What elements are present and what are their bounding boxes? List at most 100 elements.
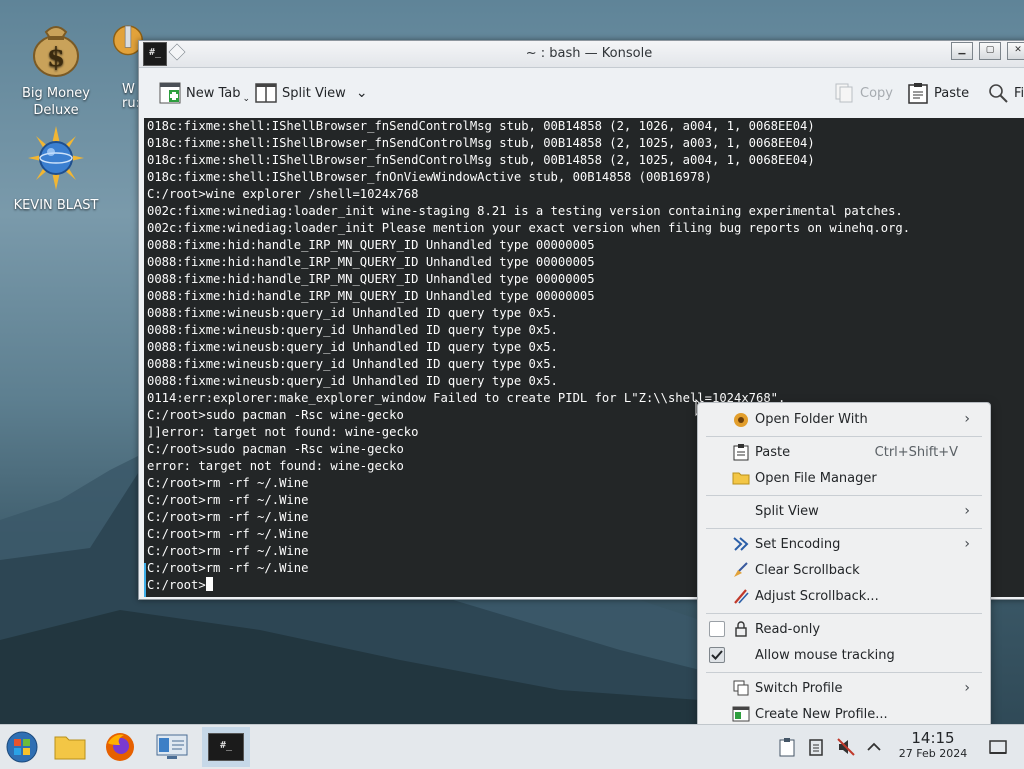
menu-separator (706, 613, 982, 614)
chevron-right-icon: › (964, 536, 970, 552)
copy-label: Copy (860, 85, 893, 101)
terminal-line: 0088:fixme:wineusb:query_id Unhandled ID… (147, 340, 558, 354)
menu-item-split-view[interactable]: Split View › (706, 498, 982, 524)
menu-separator (706, 528, 982, 529)
allow-mouse-tracking-checkbox[interactable] (709, 647, 725, 663)
desktop-icon-kevin-blast[interactable]: KEVIN BLAST (6, 126, 106, 214)
desktop-icon-label: Deluxe (33, 103, 79, 118)
clock-date: 27 Feb 2024 (898, 747, 968, 760)
terminal-line: 018c:fixme:shell:IShellBrowser_fnSendCon… (147, 153, 815, 167)
taskbar-konsole[interactable]: #_ (202, 727, 250, 767)
terminal-line: 0088:fixme:wineusb:query_id Unhandled ID… (147, 306, 558, 320)
menu-item-label: Paste (755, 444, 791, 460)
menu-separator (706, 672, 982, 673)
menu-item-label: Switch Profile (755, 680, 843, 696)
terminal-prompt: C:/root> (147, 578, 206, 592)
terminal-line: C:/root>wine explorer /shell=1024x768 (147, 187, 419, 201)
split-view-label: Split View (282, 85, 346, 101)
konsole-toolbar: New Tab ⌄ Split View ⌄ Copy Paste Fi (139, 68, 1024, 118)
menu-separator (706, 436, 982, 437)
taskbar: #_ 14:15 27 Feb 2024 (0, 724, 1024, 769)
adjust-scrollback-icon (734, 589, 749, 604)
menu-item-switch-profile[interactable]: Switch Profile › (706, 675, 982, 701)
terminal-line: 0088:fixme:hid:handle_IRP_MN_QUERY_ID Un… (147, 238, 595, 252)
system-settings-icon (156, 734, 188, 759)
desktop-icon-label: Big Money (21, 86, 90, 101)
switch-profile-icon (733, 680, 749, 696)
terminal-line: 0088:fixme:hid:handle_IRP_MN_QUERY_ID Un… (147, 255, 595, 269)
terminal-icon: #_ (208, 733, 244, 761)
taskbar-firefox[interactable] (98, 727, 142, 767)
checkmark-icon (711, 650, 723, 660)
search-icon (987, 82, 1009, 104)
menu-item-open-folder-with[interactable]: Open Folder With › (706, 406, 982, 432)
menu-item-label: Adjust Scrollback... (755, 588, 879, 604)
context-menu: Open Folder With › Paste Ctrl+Shift+V Op… (697, 402, 991, 730)
menu-item-label: Clear Scrollback (755, 562, 860, 578)
desktop-icon-label: KEVIN BLAST (13, 198, 99, 213)
svg-text:$: $ (47, 43, 65, 73)
text-cursor (205, 577, 213, 591)
show-desktop-icon[interactable] (988, 737, 1008, 757)
menu-item-allow-mouse-tracking[interactable]: Allow mouse tracking (706, 642, 982, 668)
find-button[interactable]: Fi (987, 80, 1024, 106)
folder-icon (732, 472, 750, 485)
terminal-line: 002c:fixme:winediag:loader_init wine-sta… (147, 204, 903, 218)
chevron-right-icon: › (964, 680, 970, 696)
paste-button[interactable]: Paste (907, 80, 969, 106)
chevron-right-icon: › (964, 411, 970, 427)
menu-item-label: Open File Manager (755, 470, 877, 486)
menu-item-open-file-manager[interactable]: Open File Manager (706, 465, 982, 491)
menu-item-shortcut: Ctrl+Shift+V (874, 444, 958, 460)
new-tab-button[interactable]: New Tab ⌄ (159, 80, 250, 106)
desktop-icon-big-money-deluxe[interactable]: $ Big Money Deluxe (6, 14, 106, 119)
clock-time: 14:15 (911, 729, 955, 747)
new-tab-label: New Tab (186, 85, 241, 101)
new-profile-icon (732, 706, 750, 722)
menu-separator (706, 495, 982, 496)
split-view-button[interactable]: Split View ⌄ (255, 80, 368, 106)
terminal-line: 002c:fixme:winediag:loader_init Please m… (147, 221, 911, 235)
close-button[interactable]: ✕ (1007, 42, 1024, 60)
terminal-line: 0088:fixme:hid:handle_IRP_MN_QUERY_ID Un… (147, 272, 595, 286)
clock[interactable]: 14:15 27 Feb 2024 (888, 729, 978, 761)
taskbar-system-settings[interactable] (150, 727, 194, 767)
maximize-button[interactable]: ▢ (979, 42, 1001, 60)
chevron-up-icon[interactable] (864, 737, 884, 757)
notes-tray-icon[interactable] (806, 737, 826, 757)
clipboard-tray-icon[interactable] (777, 737, 797, 757)
windows-orb-icon (6, 731, 38, 763)
read-only-checkbox[interactable] (709, 621, 725, 637)
terminal-line: 018c:fixme:shell:IShellBrowser_fnSendCon… (147, 119, 815, 133)
open-folder-with-icon (734, 413, 748, 427)
chevron-right-icon: › (964, 503, 970, 519)
window-title: ~ : bash — Konsole (525, 46, 653, 61)
window-titlebar[interactable]: #_ ~ : bash — Konsole ▁ ▢ ✕ (139, 41, 1024, 68)
scroll-marker (144, 563, 146, 597)
menu-item-label: Set Encoding (755, 536, 841, 552)
start-menu-button[interactable] (0, 727, 44, 767)
menu-item-label: Split View (755, 503, 819, 519)
copy-button[interactable]: Copy (833, 80, 893, 106)
menu-item-label: Read-only (755, 621, 821, 637)
copy-icon (833, 82, 855, 104)
volume-muted-icon[interactable] (836, 737, 856, 757)
menu-item-clear-scrollback[interactable]: Clear Scrollback (706, 557, 982, 583)
terminal-line: 0088:fixme:hid:handle_IRP_MN_QUERY_ID Un… (147, 289, 595, 303)
split-view-icon (255, 82, 277, 104)
paste-label: Paste (934, 85, 970, 101)
chevron-down-icon[interactable]: ⌄ (356, 85, 368, 101)
taskbar-file-manager[interactable] (48, 727, 92, 767)
terminal-line: 0088:fixme:wineusb:query_id Unhandled ID… (147, 323, 558, 337)
firefox-icon (106, 733, 134, 761)
menu-item-label: Allow mouse tracking (755, 647, 895, 663)
menu-item-read-only[interactable]: Read-only (706, 616, 982, 642)
menu-item-paste[interactable]: Paste Ctrl+Shift+V (706, 439, 982, 465)
sun-globe-icon (28, 126, 84, 190)
menu-item-adjust-scrollback[interactable]: Adjust Scrollback... (706, 583, 982, 609)
terminal-line: 0088:fixme:wineusb:query_id Unhandled ID… (147, 357, 558, 371)
minimize-button[interactable]: ▁ (951, 42, 973, 60)
paste-icon (907, 82, 929, 104)
money-bag-icon: $ (33, 26, 79, 77)
menu-item-set-encoding[interactable]: Set Encoding › (706, 531, 982, 557)
